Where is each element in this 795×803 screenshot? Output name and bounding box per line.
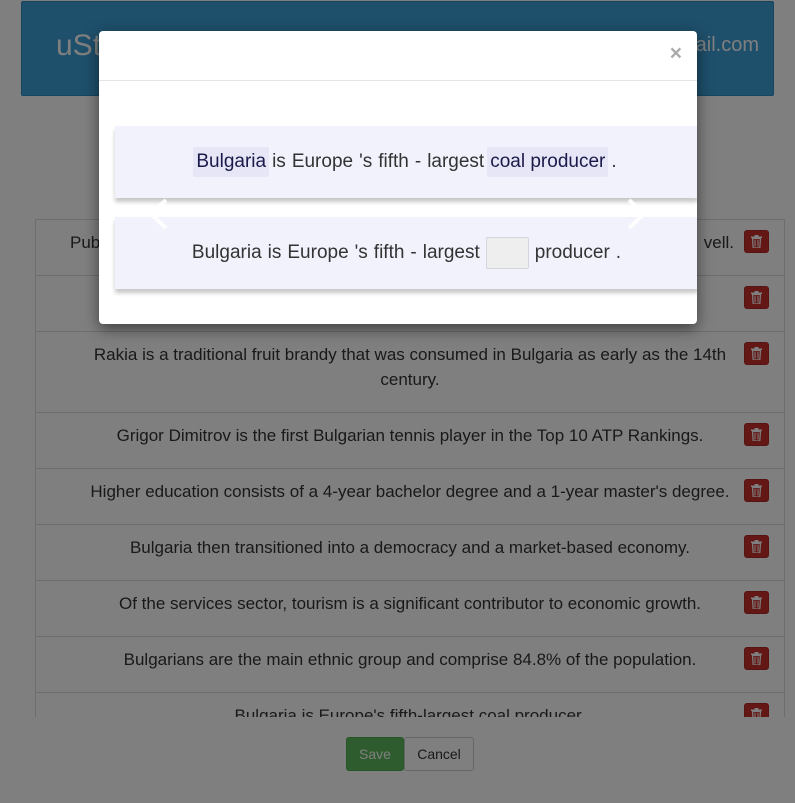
highlighted-token[interactable]: Bulgaria <box>193 147 270 177</box>
token: Europe <box>287 242 349 263</box>
modal-header: × <box>99 31 697 81</box>
token: Europe <box>291 151 354 172</box>
token: - <box>410 242 417 263</box>
token: fifth <box>373 242 405 263</box>
token: is <box>267 242 282 263</box>
sentence-preview-modal: × Bulgaria is Europe 's fifth - largest … <box>99 31 697 324</box>
chevron-left-icon[interactable] <box>146 197 170 231</box>
tagged-sentence-card: Bulgaria is Europe 's fifth - largest co… <box>115 126 697 198</box>
highlighted-token[interactable]: coal producer <box>487 147 609 177</box>
token: largest <box>427 151 485 172</box>
token: 's <box>359 151 373 172</box>
token: . <box>611 151 617 172</box>
token: fifth <box>378 151 409 172</box>
token: 's <box>354 242 368 263</box>
token: is <box>272 151 286 172</box>
chevron-right-icon[interactable] <box>625 197 649 231</box>
cloze-sentence-card: Bulgaria is Europe 's fifth - largest pr… <box>115 217 697 289</box>
token: Bulgaria <box>191 242 262 263</box>
token: . <box>615 242 622 263</box>
close-icon[interactable]: × <box>670 43 682 64</box>
token: producer <box>534 242 610 263</box>
blank-input[interactable] <box>485 237 529 269</box>
token: - <box>414 151 422 172</box>
token: largest <box>422 242 480 263</box>
